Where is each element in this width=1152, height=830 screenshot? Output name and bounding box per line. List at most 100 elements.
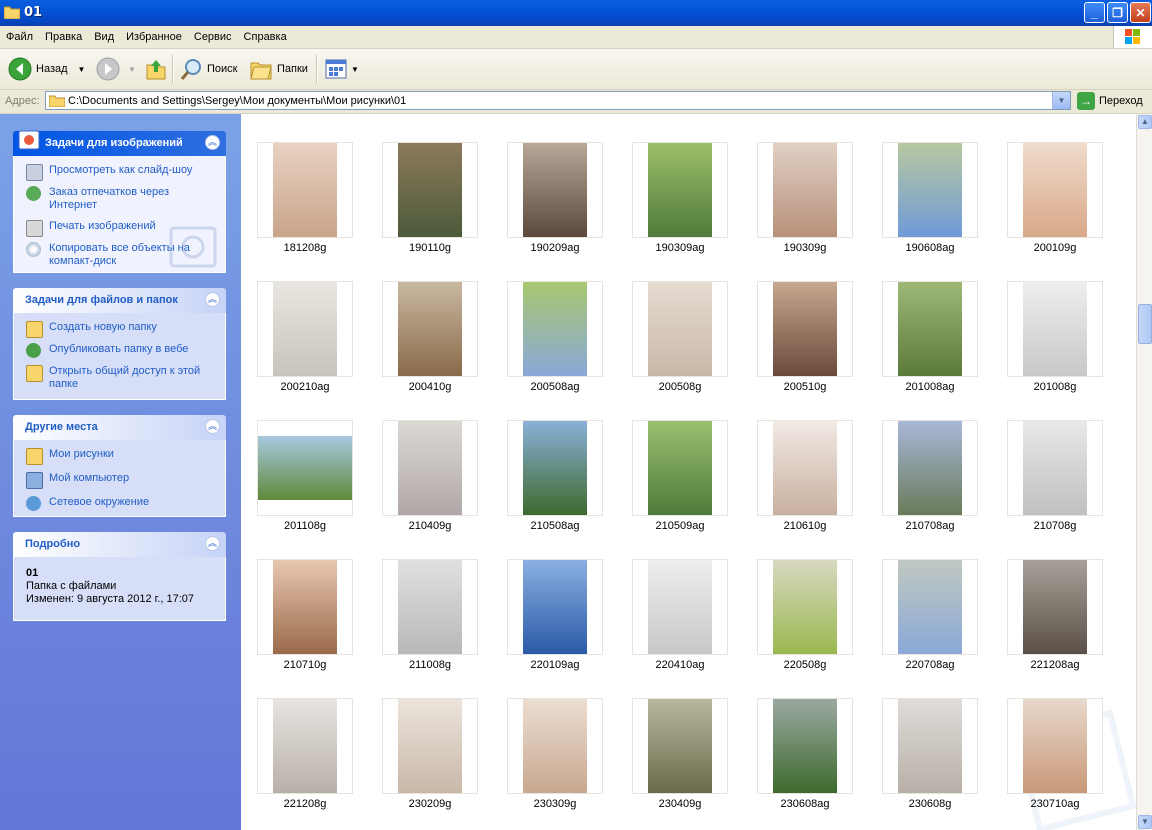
file-thumbnail[interactable]: 181208g [257,142,353,254]
address-dropdown-icon[interactable]: ▼ [1052,92,1070,109]
address-input[interactable]: C:\Documents and Settings\Sergey\Мои док… [45,91,1071,110]
views-dropdown-icon[interactable]: ▼ [351,65,359,74]
file-thumbnail[interactable]: 210708ag [882,420,978,532]
task-order-prints[interactable]: Заказ отпечатков через Интернет [14,184,225,214]
thumbnail-image [648,421,712,515]
place-my-computer[interactable]: Мой компьютер [14,470,225,489]
thumbnail-image [1023,421,1087,515]
other-places-header[interactable]: Другие места ︽ [13,415,226,440]
file-thumbnail[interactable]: 210508ag [507,420,603,532]
thumbnail-frame [632,142,728,238]
scroll-down-icon[interactable]: ▼ [1138,815,1152,829]
thumbnail-image [898,282,962,376]
collapse-chevron-icon[interactable]: ︽ [205,419,220,434]
place-network[interactable]: Сетевое окружение [14,494,225,511]
file-tasks-panel: Задачи для файлов и папок ︽ Создать нову… [13,288,226,400]
task-share-folder[interactable]: Открыть общий доступ к этой папке [14,363,225,393]
file-thumbnail[interactable]: 210509ag [632,420,728,532]
collapse-chevron-icon[interactable]: ︽ [205,292,220,307]
file-thumbnail[interactable]: 230209g [382,698,478,810]
file-thumbnail[interactable]: 230710ag [1007,698,1103,810]
file-thumbnail[interactable]: 200510g [757,281,853,393]
forward-dropdown-icon[interactable]: ▼ [128,65,136,74]
forward-button[interactable]: ▼ [96,55,136,83]
file-thumbnail[interactable]: 230608ag [757,698,853,810]
file-thumbnail[interactable]: 221208ag [1007,559,1103,671]
thumbnail-frame [382,698,478,794]
scroll-thumb[interactable] [1138,304,1152,344]
collapse-chevron-icon[interactable]: ︽ [205,536,220,551]
collapse-chevron-icon[interactable]: ︽ [205,135,220,150]
vertical-scrollbar[interactable]: ▲ ▼ [1136,114,1152,830]
thumbnail-frame [1007,559,1103,655]
file-thumbnail[interactable]: 210710g [257,559,353,671]
file-thumbnail[interactable]: 221208g [257,698,353,810]
thumbnail-frame [757,698,853,794]
up-folder-icon [146,60,166,80]
thumbnail-image [258,436,352,500]
file-thumbnail[interactable]: 230608g [882,698,978,810]
file-thumbnail[interactable]: 200210ag [257,281,353,393]
file-thumbnail[interactable]: 201008ag [882,281,978,393]
task-publish-web[interactable]: Опубликовать папку в вебе [14,341,225,358]
file-thumbnail[interactable]: 200109g [1007,142,1103,254]
file-thumbnail[interactable]: 200410g [382,281,478,393]
menu-help[interactable]: Справка [238,26,293,48]
search-button[interactable]: Поиск [179,55,237,83]
file-thumbnail[interactable]: 190309g [757,142,853,254]
task-new-folder[interactable]: Создать новую папку [14,319,225,338]
menu-edit[interactable]: Правка [39,26,88,48]
file-thumbnail[interactable]: 210409g [382,420,478,532]
scroll-up-icon[interactable]: ▲ [1138,115,1152,129]
file-thumbnail[interactable]: 211008g [382,559,478,671]
file-thumbnail[interactable]: 220410ag [632,559,728,671]
file-name: 220109ag [530,659,580,671]
file-thumbnail[interactable]: 220508g [757,559,853,671]
file-thumbnail[interactable]: 230409g [632,698,728,810]
menu-tools[interactable]: Сервис [188,26,238,48]
file-thumbnail[interactable]: 200508ag [507,281,603,393]
thumbnail-frame [882,142,978,238]
file-thumbnail[interactable]: 190608ag [882,142,978,254]
thumbnail-image [523,143,587,237]
menu-file[interactable]: Файл [0,26,39,48]
details-name: 01 [26,567,39,579]
thumbnail-frame [507,698,603,794]
file-thumbnail[interactable]: 201108g [257,420,353,532]
my-pictures-icon [26,448,43,465]
file-thumbnail[interactable]: 230309g [507,698,603,810]
go-label: Переход [1099,95,1143,107]
image-tasks-header[interactable]: Задачи для изображений ︽ [13,130,226,156]
file-thumbnail[interactable]: 201008g [1007,281,1103,393]
file-thumbnail[interactable]: 220708ag [882,559,978,671]
up-folder-button[interactable] [145,55,167,83]
task-slideshow[interactable]: Просмотреть как слайд-шоу [14,162,225,181]
menu-favorites[interactable]: Избранное [120,26,188,48]
back-button[interactable]: Назад ▼ [8,55,85,83]
details-header[interactable]: Подробно ︽ [13,532,226,557]
thumbnail-frame [632,281,728,377]
file-thumbnail[interactable]: 220109ag [507,559,603,671]
file-thumbnail[interactable]: 210708g [1007,420,1103,532]
back-dropdown-icon[interactable]: ▼ [78,65,86,74]
folders-button[interactable]: Папки [249,55,308,83]
thumbnail-image [398,560,462,654]
place-my-pictures[interactable]: Мои рисунки [14,446,225,465]
close-button[interactable]: ✕ [1130,2,1151,23]
share-folder-icon [26,365,43,382]
thumbnail-frame [382,281,478,377]
views-button[interactable]: ▼ [324,55,359,83]
go-button[interactable]: → Переход [1077,92,1143,110]
file-thumbnail[interactable]: 210610g [757,420,853,532]
file-thumbnail[interactable]: 190209ag [507,142,603,254]
image-tasks-title: Задачи для изображений [45,137,183,149]
file-thumbnail[interactable]: 190110g [382,142,478,254]
thumbnail-image [898,560,962,654]
file-thumbnail[interactable]: 190309ag [632,142,728,254]
minimize-button[interactable]: _ [1084,2,1105,23]
menu-view[interactable]: Вид [88,26,120,48]
task-pane: Задачи для изображений ︽ Просмотреть как… [0,114,241,830]
file-thumbnail[interactable]: 200508g [632,281,728,393]
maximize-button[interactable]: ❐ [1107,2,1128,23]
file-tasks-header[interactable]: Задачи для файлов и папок ︽ [13,288,226,313]
